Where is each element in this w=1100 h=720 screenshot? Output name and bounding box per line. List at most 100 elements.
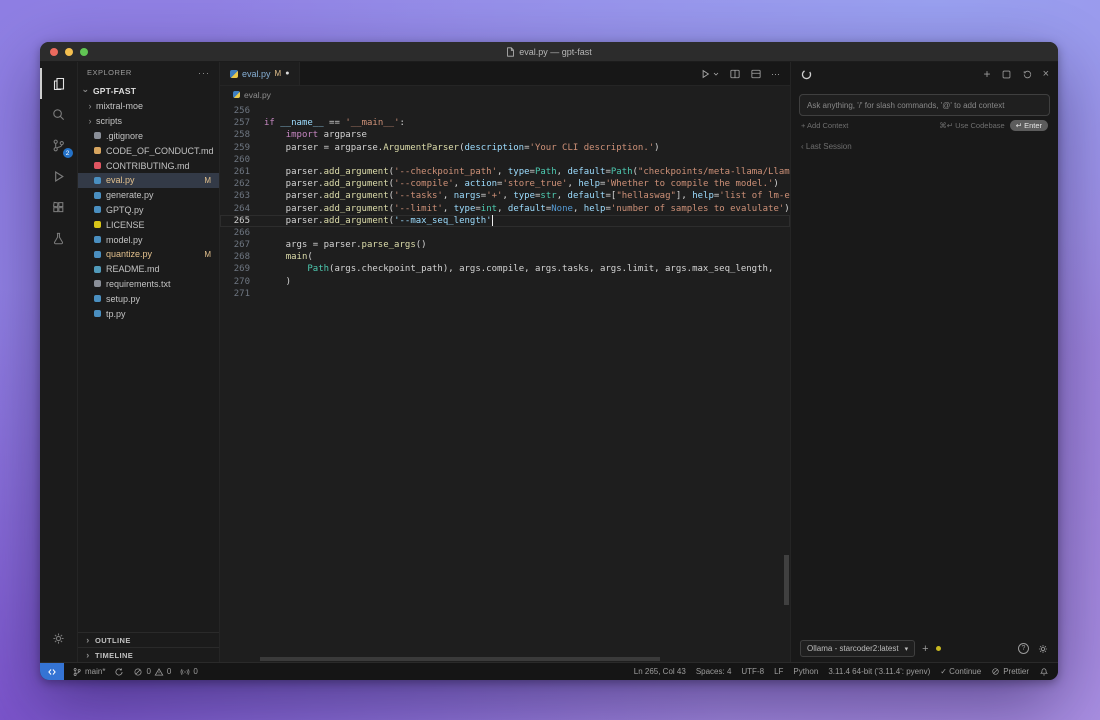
file-requirements.txt[interactable]: requirements.txt: [78, 277, 219, 292]
line-content: parser.add_argument('--checkpoint_path',…: [250, 166, 790, 178]
code-line-258[interactable]: 258 import argparse: [220, 129, 790, 141]
split-editor-button[interactable]: [729, 68, 741, 80]
file-eval.py[interactable]: eval.pyM: [78, 173, 219, 188]
code-line-257[interactable]: 257if __name__ == '__main__':: [220, 117, 790, 129]
line-number: 257: [220, 117, 250, 129]
file-LICENSE[interactable]: LICENSE: [78, 217, 219, 232]
code-line-268[interactable]: 268 main(: [220, 251, 790, 263]
use-codebase-hint[interactable]: ⌘↵ Use Codebase: [939, 121, 1004, 130]
code-line-269[interactable]: 269 Path(args.checkpoint_path), args.com…: [220, 263, 790, 275]
sidebar-item-testing[interactable]: [40, 223, 78, 254]
vertical-scrollbar[interactable]: [784, 555, 789, 605]
code-line-259[interactable]: 259 parser = argparse.ArgumentParser(des…: [220, 142, 790, 154]
python-interpreter[interactable]: 3.11.4 64-bit ('3.11.4': pyenv): [828, 667, 930, 676]
assistant-input[interactable]: Ask anything, '/' for slash commands, '@…: [799, 94, 1050, 116]
git-branch-status[interactable]: main*: [72, 667, 105, 677]
prettier-status[interactable]: Prettier: [991, 667, 1029, 676]
horizontal-scrollbar[interactable]: [260, 657, 660, 661]
code-line-265[interactable]: 265 parser.add_argument('--max_seq_lengt…: [220, 215, 790, 227]
model-selector[interactable]: Ollama - starcoder2:latest ▾: [800, 640, 915, 657]
project-section-header[interactable]: › GPT-FAST: [78, 83, 219, 99]
folder-scripts[interactable]: ›scripts: [78, 114, 219, 129]
indentation-setting[interactable]: Spaces: 4: [696, 667, 732, 676]
minimize-window-button[interactable]: [65, 48, 73, 56]
open-in-editor-button[interactable]: [1001, 69, 1012, 80]
enter-button[interactable]: ↵ Enter: [1010, 120, 1048, 131]
file-model.py[interactable]: model.py: [78, 232, 219, 247]
sidebar-item-search[interactable]: [40, 99, 78, 130]
file-setup.py[interactable]: setup.py: [78, 291, 219, 306]
sidebar-item-explorer[interactable]: [40, 68, 78, 99]
file-.gitignore[interactable]: .gitignore: [78, 129, 219, 144]
modified-badge: M: [204, 176, 211, 185]
file-CONTRIBUTING.md[interactable]: CONTRIBUTING.md: [78, 158, 219, 173]
breadcrumb[interactable]: eval.py: [220, 86, 790, 103]
beaker-icon: [51, 231, 66, 246]
code-line-264[interactable]: 264 parser.add_argument('--limit', type=…: [220, 203, 790, 215]
code-line-263[interactable]: 263 parser.add_argument('--tasks', nargs…: [220, 190, 790, 202]
outline-section[interactable]: › OUTLINE: [78, 632, 219, 647]
broadcast-icon: [180, 667, 190, 677]
more-actions-button[interactable]: ···: [771, 69, 780, 79]
add-model-button[interactable]: +: [922, 643, 928, 655]
file-CODE_OF_CONDUCT.md[interactable]: CODE_OF_CONDUCT.md: [78, 143, 219, 158]
sync-button[interactable]: [114, 667, 124, 677]
continue-status[interactable]: ✓ Continue: [940, 667, 981, 676]
tab-eval-py[interactable]: eval.py M ●: [220, 62, 300, 85]
code-lines: 256257if __name__ == '__main__':258 impo…: [220, 105, 790, 300]
unsaved-dot-icon[interactable]: ●: [285, 70, 289, 77]
line-number: 263: [220, 190, 250, 202]
layout-button[interactable]: [750, 68, 762, 80]
cursor-position[interactable]: Ln 265, Col 43: [634, 667, 686, 676]
last-session-link[interactable]: ‹ Last Session: [801, 142, 1048, 151]
folder-mixtral-moe[interactable]: ›mixtral-moe: [78, 99, 219, 114]
file-name: generate.py: [106, 190, 154, 200]
file-generate.py[interactable]: generate.py: [78, 188, 219, 203]
file-name: CONTRIBUTING.md: [106, 161, 190, 171]
help-button[interactable]: ?: [1018, 643, 1029, 654]
code-line-261[interactable]: 261 parser.add_argument('--checkpoint_pa…: [220, 166, 790, 178]
sidebar-item-run-debug[interactable]: [40, 161, 78, 192]
assistant-settings-button[interactable]: [1037, 643, 1049, 655]
ports-status[interactable]: 0: [180, 667, 197, 677]
code-line-256[interactable]: 256: [220, 105, 790, 117]
line-number: 261: [220, 166, 250, 178]
code-editor[interactable]: 256257if __name__ == '__main__':258 impo…: [220, 103, 790, 662]
settings-gear-button[interactable]: [40, 623, 78, 654]
file-tp.py[interactable]: tp.py: [78, 306, 219, 321]
eol-setting[interactable]: LF: [774, 667, 783, 676]
notifications-button[interactable]: [1039, 667, 1049, 677]
code-line-266[interactable]: 266: [220, 227, 790, 239]
new-session-button[interactable]: +: [984, 67, 991, 81]
language-mode[interactable]: Python: [793, 667, 818, 676]
remote-indicator[interactable]: [40, 663, 64, 680]
code-line-270[interactable]: 270 ): [220, 276, 790, 288]
add-context-button[interactable]: + Add Context: [801, 121, 848, 130]
line-number: 262: [220, 178, 250, 190]
file-quantize.py[interactable]: quantize.pyM: [78, 247, 219, 262]
run-python-button[interactable]: [699, 68, 720, 80]
history-button[interactable]: [1022, 69, 1033, 80]
zoom-window-button[interactable]: [80, 48, 88, 56]
explorer-more-actions[interactable]: ···: [198, 68, 210, 78]
code-line-260[interactable]: 260: [220, 154, 790, 166]
encoding-setting[interactable]: UTF-8: [741, 667, 764, 676]
assistant-placeholder: Ask anything, '/' for slash commands, '@…: [807, 101, 1004, 110]
close-panel-button[interactable]: ×: [1043, 68, 1049, 80]
file-README.md[interactable]: README.md: [78, 262, 219, 277]
file-type-icon: [94, 192, 101, 199]
timeline-section[interactable]: › TIMELINE: [78, 647, 219, 662]
last-session-label: ‹ Last Session: [801, 142, 852, 151]
sidebar-item-source-control[interactable]: 2: [40, 130, 78, 161]
code-line-267[interactable]: 267 args = parser.parse_args(): [220, 239, 790, 251]
close-window-button[interactable]: [50, 48, 58, 56]
ports-count: 0: [193, 667, 197, 676]
problems-status[interactable]: 0 0: [133, 667, 171, 677]
code-line-262[interactable]: 262 parser.add_argument('--compile', act…: [220, 178, 790, 190]
titlebar[interactable]: eval.py — gpt-fast: [40, 42, 1058, 62]
editor-actions: ···: [699, 62, 790, 85]
code-line-271[interactable]: 271: [220, 288, 790, 300]
line-content: parser.add_argument('--max_seq_length': [250, 215, 493, 227]
sidebar-item-extensions[interactable]: [40, 192, 78, 223]
file-GPTQ.py[interactable]: GPTQ.py: [78, 203, 219, 218]
